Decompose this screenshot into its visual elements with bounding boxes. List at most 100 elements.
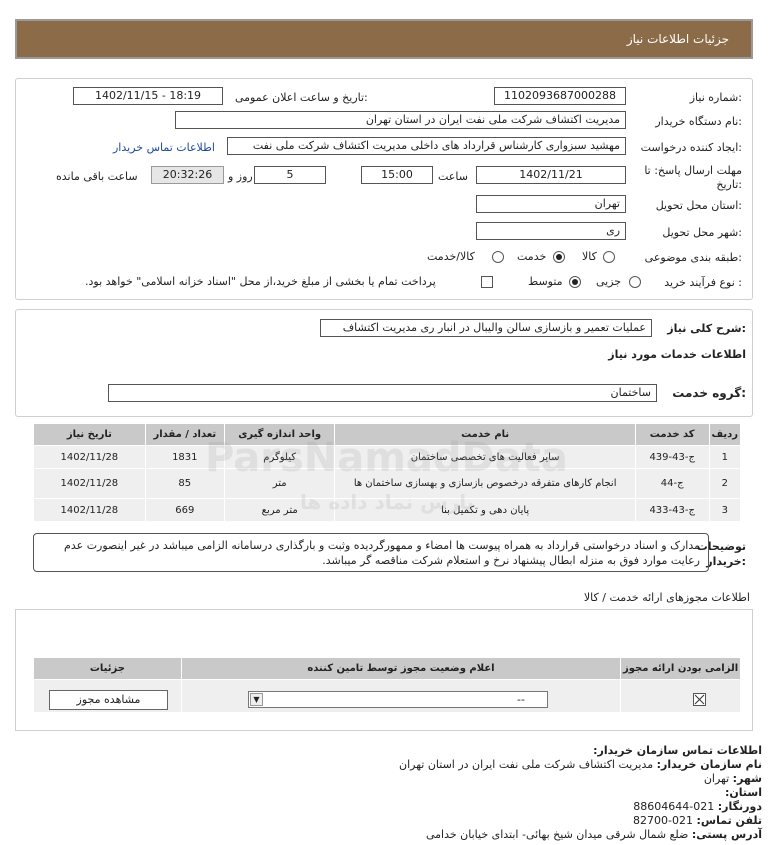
contact-city-line: شهر: تهران <box>62 772 762 786</box>
services-header-row: ردیف کد خدمت نام خدمت واحد اندازه گیری ت… <box>33 423 742 446</box>
contact-title: اطلاعات تماس سازمان خریدار: <box>593 744 762 757</box>
treasury-checkbox[interactable] <box>481 276 493 288</box>
col-unit-header: واحد اندازه گیری <box>223 423 336 446</box>
service-group-label: گروه خدمت: <box>672 386 746 400</box>
service-group-field: ساختمان <box>108 384 657 402</box>
contact-phone-value: 021-82700 <box>633 814 694 827</box>
contact-org-label: نام سازمان خریدار: <box>656 758 762 771</box>
contact-fax-line: دورنگار: 021-88604644 <box>62 800 762 814</box>
category-option-service: خدمت <box>517 250 547 263</box>
contact-phone-label: تلفن تماس: <box>696 814 762 827</box>
col-row-header: ردیف <box>708 423 742 446</box>
service-date: 1402/11/28 <box>33 468 146 499</box>
time-label: ساعت <box>438 170 468 183</box>
buyer-org-field: مدیریت اکتشاف شرکت ملی نفت ایران در استا… <box>175 111 626 129</box>
need-number-field: 1102093687000288 <box>494 87 626 105</box>
category-radio-service[interactable] <box>553 251 565 263</box>
contact-org-line: نام سازمان خریدار: مدیریت اکتشاف شرکت مل… <box>62 758 762 772</box>
contact-city-label: شهر: <box>732 772 762 785</box>
row-number: 1 <box>708 445 742 469</box>
days-label: روز و <box>228 170 253 183</box>
service-date: 1402/11/28 <box>33 498 146 522</box>
contact-fax-value: 021-88604644 <box>633 800 715 813</box>
required-cell <box>620 679 741 713</box>
process-option-medium: متوسط <box>528 275 563 288</box>
contact-city-value: تهران <box>703 772 730 785</box>
table-row: 3 ج-43-433 پایان دهی و تکمیل بنا متر مرب… <box>33 498 742 522</box>
creator-label: ایجاد کننده درخواست: <box>640 141 742 154</box>
deadline-time-field: 15:00 <box>361 166 433 184</box>
contact-address-line: آدرس پستی: ضلع شمال شرقی میدان شیخ بهائی… <box>62 828 762 842</box>
buyer-notes-box: مدارک و اسناد درخواستی قرارداد به همراه … <box>33 533 709 572</box>
process-radio-minor[interactable] <box>629 276 641 288</box>
select-arrow-icon: ▼ <box>250 693 263 706</box>
service-qty: 85 <box>144 468 225 499</box>
contact-org-value: مدیریت اکتشاف شرکت ملی نفت ایران در استا… <box>398 758 654 771</box>
process-radio-medium[interactable] <box>569 276 581 288</box>
deadline-date-field: 1402/11/21 <box>476 166 626 184</box>
row-number: 2 <box>708 468 742 499</box>
category-label: طبقه بندی موضوعی: <box>644 251 742 264</box>
contact-address-value: ضلع شمال شرقی میدان شیخ بهائی- ابتدای خی… <box>425 828 689 841</box>
col-required-header: الزامی بودن ارائه مجوز <box>620 657 741 680</box>
service-name: انجام کارهای متفرقه درخصوص بازسازی و بهس… <box>334 468 636 499</box>
service-date: 1402/11/28 <box>33 445 146 469</box>
deadline-label: مهلت ارسال پاسخ: تا <box>644 164 742 177</box>
buyer-contact-link[interactable]: اطلاعات تماس خریدار <box>113 141 215 154</box>
permit-status-value: -- <box>517 693 525 706</box>
contact-section: اطلاعات تماس سازمان خریدار: نام سازمان خ… <box>62 744 762 842</box>
row-number: 3 <box>708 498 742 522</box>
service-unit: متر <box>223 468 336 499</box>
page-title: جزئیات اطلاعات نیاز <box>626 32 729 46</box>
process-option-minor: جزیی <box>596 275 622 288</box>
service-qty: 669 <box>144 498 225 522</box>
province-label: استان محل تحویل: <box>655 199 742 212</box>
view-permit-button[interactable]: مشاهده مجوز <box>49 690 168 710</box>
service-unit: متر مربع <box>223 498 336 522</box>
city-label: شهر محل تحویل: <box>662 226 742 239</box>
page-header: جزئیات اطلاعات نیاز <box>15 19 753 59</box>
days-field: 5 <box>254 166 326 184</box>
service-qty: 1831 <box>144 445 225 469</box>
services-heading: اطلاعات خدمات مورد نیاز <box>608 348 746 361</box>
remaining-time-field: 20:32:26 <box>151 166 224 184</box>
category-radio-goods[interactable] <box>603 251 615 263</box>
category-radio-goods-service[interactable] <box>492 251 504 263</box>
service-code: ج-44 <box>634 468 710 499</box>
col-date-header: تاریخ نیاز <box>33 423 146 446</box>
city-field: ری <box>476 222 626 240</box>
service-unit: کیلوگرم <box>223 445 336 469</box>
category-option-goods-service: کالا/خدمت <box>427 250 475 263</box>
general-desc-label: شرح کلی نیاز: <box>667 322 746 335</box>
table-row: 1 ج-43-439 سایر فعالیت های تخصصی ساختمان… <box>33 445 742 469</box>
deadline-date-label: تاریخ: <box>716 178 742 191</box>
service-name: سایر فعالیت های تخصصی ساختمان <box>334 445 636 469</box>
contact-province-line: استان: <box>62 786 762 800</box>
remaining-label: ساعت باقی مانده <box>56 170 138 183</box>
contact-phone-line: تلفن تماس: 021-82700 <box>62 814 762 828</box>
services-table: ردیف کد خدمت نام خدمت واحد اندازه گیری ت… <box>33 423 742 522</box>
creator-field: مهشید سبزواری کارشناس قرارداد های داخلی … <box>227 137 626 155</box>
permit-status-select[interactable]: ▼ -- <box>248 691 548 708</box>
service-code: ج-43-433 <box>634 498 710 522</box>
permits-header-row: الزامی بودن ارائه مجوز اعلام وضعیت مجوز … <box>33 657 741 680</box>
table-row: 2 ج-44 انجام کارهای متفرقه درخصوص بازساز… <box>33 468 742 499</box>
service-name: پایان دهی و تکمیل بنا <box>334 498 636 522</box>
contact-address-label: آدرس پستی: <box>691 828 762 841</box>
contact-province-label: استان: <box>725 786 762 799</box>
col-qty-header: تعداد / مقدار <box>144 423 225 446</box>
contact-fax-label: دورنگار: <box>717 800 762 813</box>
cross-icon <box>694 694 705 705</box>
general-desc-field: عملیات تعمیر و بازسازی سالن والیبال در ا… <box>320 319 652 337</box>
permits-section-title: اطلاعات مجوزهای ارائه خدمت / کالا <box>583 591 750 604</box>
required-checkbox <box>693 693 706 706</box>
col-details-header: جزئیات <box>33 657 182 680</box>
need-number-label: شماره نیاز: <box>689 91 742 104</box>
col-status-header: اعلام وضعیت مجوز توسط تامین کننده <box>180 657 622 680</box>
announce-label: تاریخ و ساعت اعلان عمومی: <box>235 91 368 104</box>
col-code-header: کد خدمت <box>634 423 710 446</box>
category-option-goods: کالا <box>582 250 597 263</box>
buyer-org-label: نام دستگاه خریدار: <box>655 115 742 128</box>
col-name-header: نام خدمت <box>334 423 636 446</box>
treasury-note: پرداخت تمام یا بخشی از مبلغ خرید،از محل … <box>85 275 436 288</box>
